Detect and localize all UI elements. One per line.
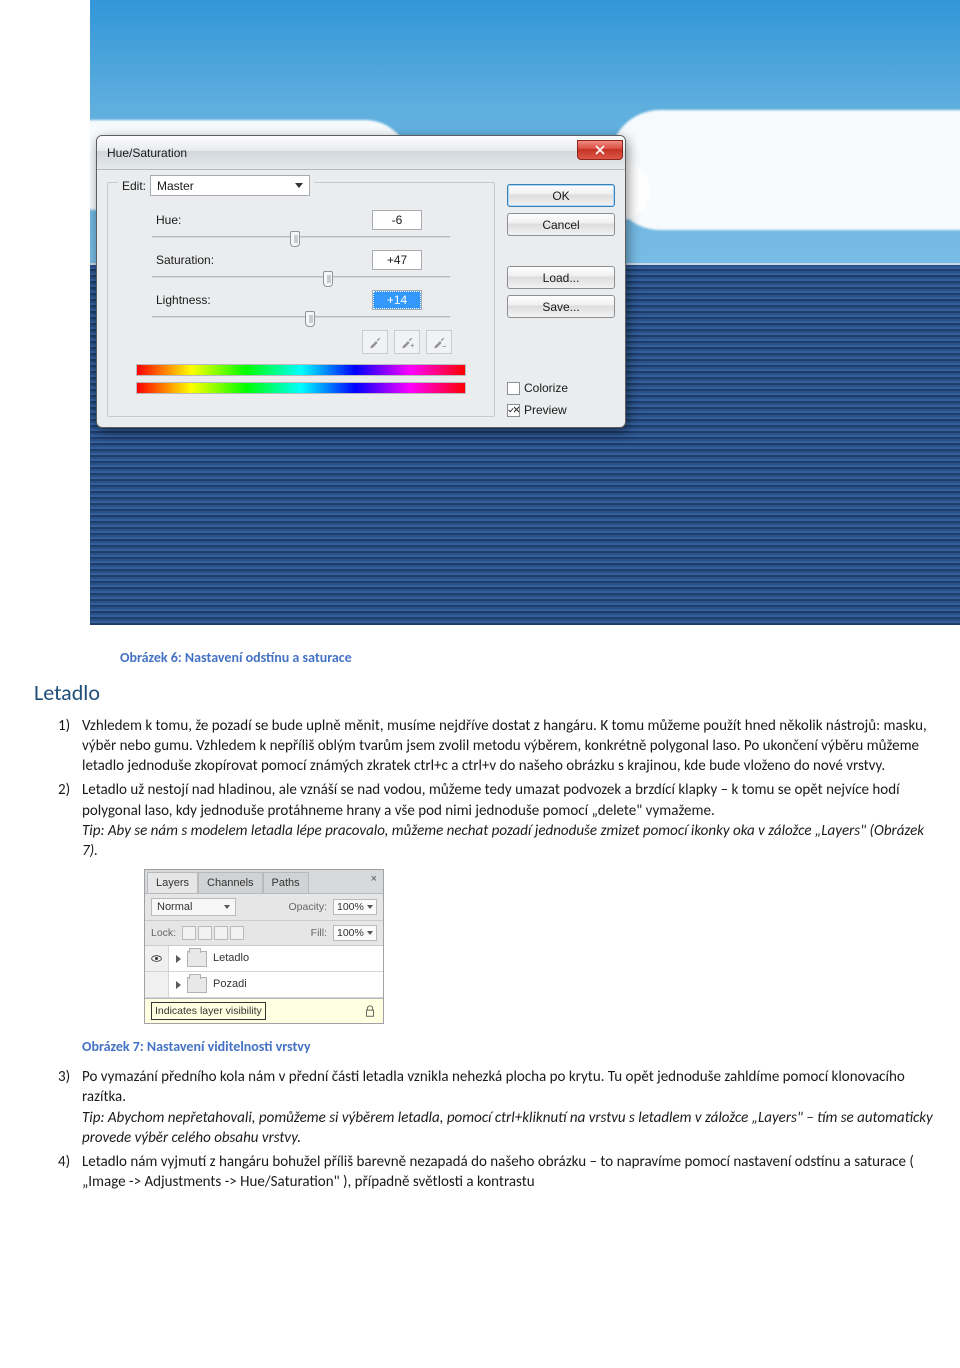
folder-icon xyxy=(187,951,207,967)
eyedropper-minus-icon xyxy=(432,335,446,349)
folder-icon xyxy=(187,977,207,993)
load-button[interactable]: Load... xyxy=(507,266,615,289)
eyedropper-icon xyxy=(368,335,382,349)
expand-toggle[interactable] xyxy=(169,981,187,989)
lock-move-icon[interactable] xyxy=(214,926,228,940)
list-item-text: Letadlo už nestojí nad hladinou, ale vzn… xyxy=(82,781,900,819)
list-item: Vzhledem k tomu, že pozadí se bude uplně… xyxy=(58,716,940,777)
eyedropper-subtract-button[interactable] xyxy=(426,330,452,354)
tabs-close-button[interactable]: × xyxy=(367,872,381,893)
lock-transparency-icon[interactable] xyxy=(182,926,196,940)
lock-paint-icon[interactable] xyxy=(198,926,212,940)
preview-label: Preview xyxy=(524,403,567,417)
saturation-value[interactable]: +47 xyxy=(372,250,422,270)
visibility-toggle[interactable] xyxy=(145,972,169,997)
eye-icon xyxy=(150,952,163,965)
hue-label: Hue: xyxy=(122,213,232,227)
heading-letadlo: Letadlo xyxy=(34,678,940,708)
saturation-label: Saturation: xyxy=(122,253,232,267)
list-item-tip: Tip: Abychom nepřetahovali, pomůžeme si … xyxy=(82,1109,933,1147)
blend-mode-dropdown[interactable]: Normal xyxy=(151,898,236,916)
edit-dropdown[interactable]: Master xyxy=(150,175,310,196)
tab-paths[interactable]: Paths xyxy=(263,872,309,893)
eyedropper-add-button[interactable] xyxy=(394,330,420,354)
layer-name: Pozadi xyxy=(207,977,247,992)
ok-button[interactable]: OK xyxy=(507,184,615,207)
layer-row[interactable]: Pozadi xyxy=(145,972,383,998)
list-item: Letadlo už nestojí nad hladinou, ale vzn… xyxy=(58,780,940,1057)
hue-spectrum-top xyxy=(136,364,466,376)
save-button[interactable]: Save... xyxy=(507,295,615,318)
tab-channels[interactable]: Channels xyxy=(198,872,262,893)
close-icon xyxy=(595,145,605,155)
opacity-input[interactable]: 100% xyxy=(333,899,377,915)
fill-label: Fill: xyxy=(311,926,327,940)
lightness-slider-thumb[interactable] xyxy=(305,311,315,327)
colorize-checkbox[interactable] xyxy=(507,382,520,395)
opacity-label: Opacity: xyxy=(288,900,327,914)
close-button[interactable] xyxy=(577,140,623,160)
list-item-tip: Tip: Aby se nám s modelem letadla lépe p… xyxy=(82,822,924,860)
eyedropper-button[interactable] xyxy=(362,330,388,354)
lock-label: Lock: xyxy=(151,926,176,940)
chevron-down-icon xyxy=(367,905,373,909)
list-item-text: Vzhledem k tomu, že pozadí se bude uplně… xyxy=(82,717,927,776)
tab-layers[interactable]: Layers xyxy=(147,872,198,893)
chevron-down-icon xyxy=(367,931,373,935)
list-item-text: Po vymazání předního kola nám v přední č… xyxy=(82,1068,905,1106)
tooltip-text: Indicates layer visibility xyxy=(151,1002,266,1020)
figure-caption-6: Obrázek 6: Nastavení odstínu a saturace xyxy=(120,649,940,668)
figure-caption-7: Obrázek 7: Nastavení viditelnosti vrstvy xyxy=(82,1038,940,1057)
preview-checkbox[interactable] xyxy=(507,404,520,417)
hue-slider[interactable] xyxy=(152,236,450,238)
lightness-label: Lightness: xyxy=(122,293,232,307)
layer-row[interactable]: Letadlo xyxy=(145,946,383,972)
visibility-toggle[interactable] xyxy=(145,946,169,971)
cancel-button[interactable]: Cancel xyxy=(507,213,615,236)
screenshot-hue-saturation: Hue/Saturation Edit: Master xyxy=(90,0,960,625)
eyedropper-plus-icon xyxy=(400,335,414,349)
hue-spectrum-bottom xyxy=(136,382,466,394)
expand-toggle[interactable] xyxy=(169,955,187,963)
list-item: Letadlo nám vyjmutí z hangáru bohužel př… xyxy=(58,1152,940,1193)
list-item: Po vymazání předního kola nám v přední č… xyxy=(58,1067,940,1148)
fill-input[interactable]: 100% xyxy=(333,925,377,941)
edit-label: Edit: xyxy=(122,179,146,193)
hue-value[interactable]: -6 xyxy=(372,210,422,230)
dialog-title: Hue/Saturation xyxy=(107,146,187,160)
lightness-value[interactable]: +14 xyxy=(372,290,422,310)
list-item-text: Letadlo nám vyjmutí z hangáru bohužel př… xyxy=(82,1153,914,1191)
dialog-titlebar: Hue/Saturation xyxy=(97,136,625,170)
saturation-slider[interactable] xyxy=(152,276,450,278)
edit-dropdown-value: Master xyxy=(157,179,194,193)
chevron-down-icon xyxy=(224,905,230,909)
lock-all-icon[interactable] xyxy=(230,926,244,940)
colorize-label: Colorize xyxy=(524,381,568,395)
lock-icon xyxy=(363,1004,377,1018)
hue-saturation-dialog: Hue/Saturation Edit: Master xyxy=(96,135,626,428)
hue-slider-thumb[interactable] xyxy=(290,231,300,247)
layer-name: Letadlo xyxy=(207,951,249,966)
layers-panel: Layers Channels Paths × Normal Opacity: … xyxy=(144,869,384,1024)
chevron-down-icon xyxy=(295,183,303,188)
lightness-slider[interactable] xyxy=(152,316,450,318)
saturation-slider-thumb[interactable] xyxy=(323,271,333,287)
